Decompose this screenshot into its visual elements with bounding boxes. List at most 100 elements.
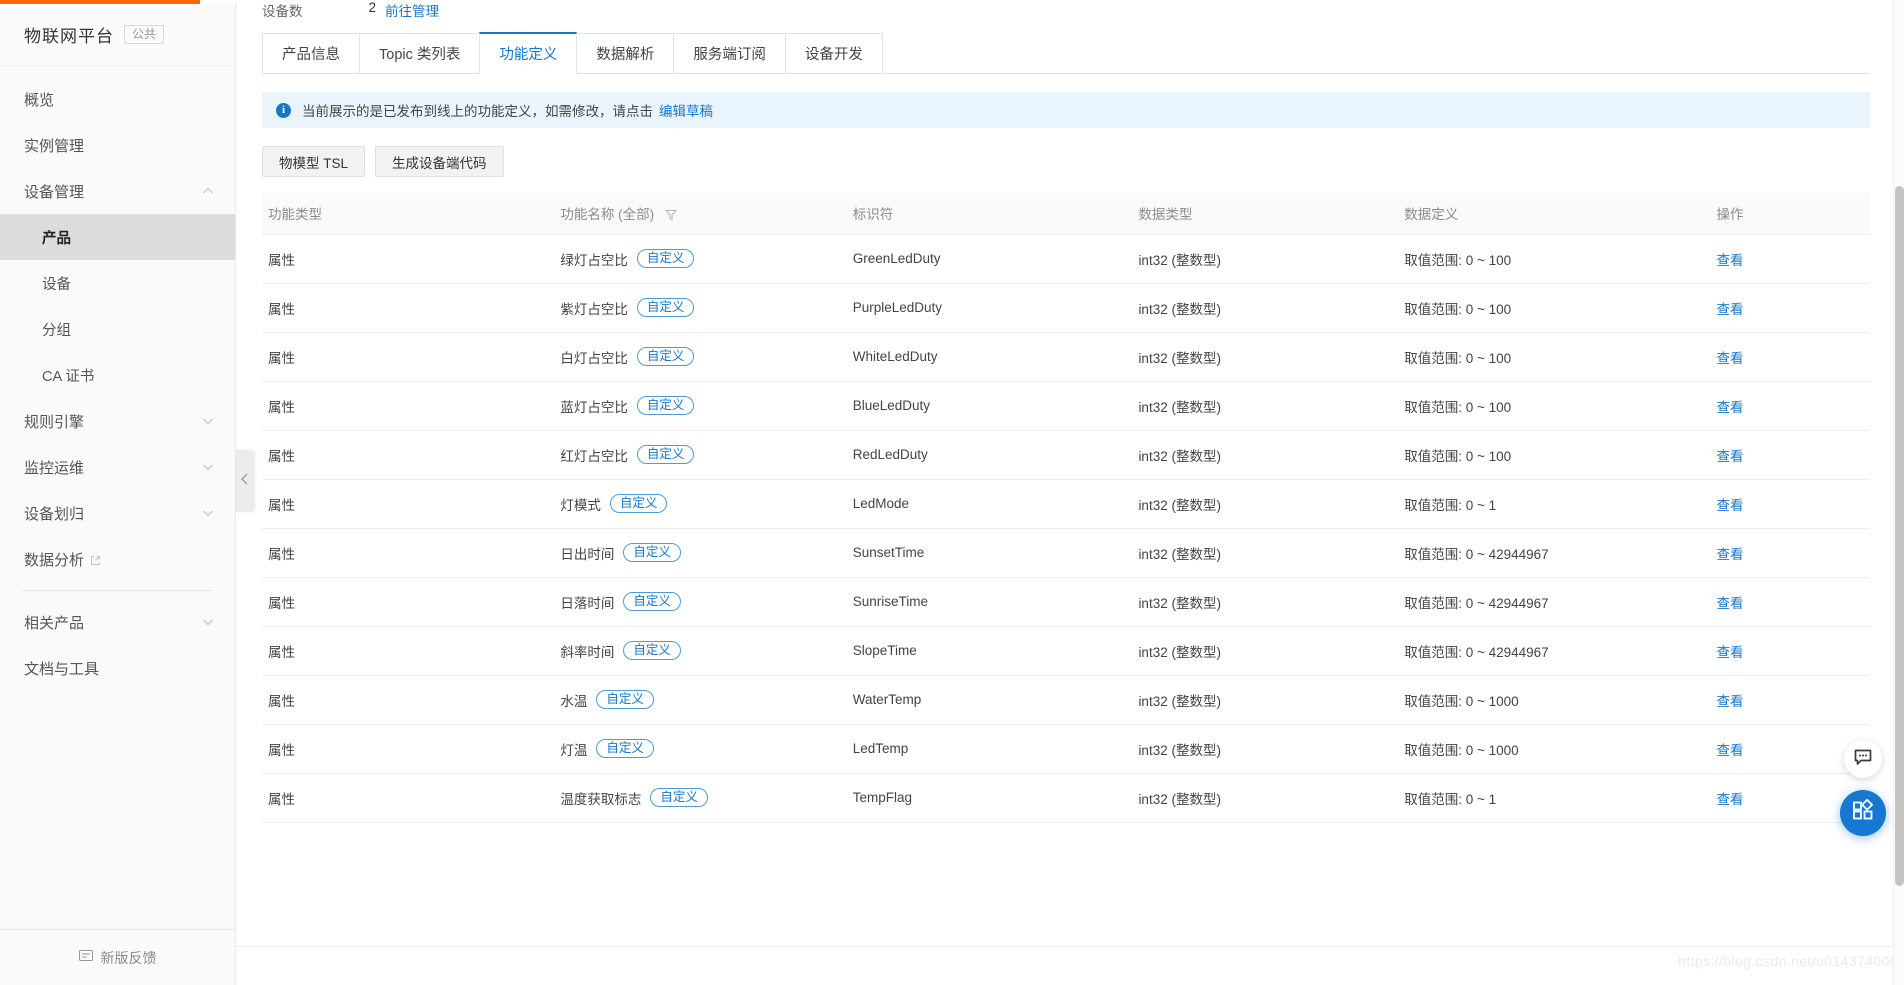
chevron-left-icon (240, 472, 250, 491)
function-name-wrap: 紫灯占空比 自定义 (560, 297, 846, 318)
view-action-link[interactable]: 查看 (1717, 792, 1744, 807)
feedback-icon (78, 949, 93, 966)
cell-function-name: 水温 自定义 (554, 675, 847, 725)
table-row: 属性 斜率时间 自定义 SlopeTime int32 (整数型) 取值范围: 0 ~ 4… (262, 626, 1870, 676)
sidebar-divider (22, 590, 213, 591)
cell-actions: 查看 (1710, 626, 1870, 676)
custom-tag-badge: 自定义 (609, 493, 668, 514)
sidebar-item-4[interactable]: 设备 (0, 260, 235, 306)
chevron-up-icon[interactable] (201, 184, 215, 198)
sidebar-item-2[interactable]: 设备管理 (0, 168, 235, 214)
generate-device-code-button[interactable]: 生成设备端代码 (375, 146, 504, 177)
view-action-link[interactable]: 查看 (1717, 302, 1744, 317)
sidebar-item-label: 设备管理 (24, 183, 85, 201)
view-action-link[interactable]: 查看 (1717, 694, 1744, 709)
tab-0[interactable]: 产品信息 (262, 33, 360, 73)
tab-label: 数据解析 (596, 47, 655, 63)
cell-identifier: BlueLedDuty (846, 381, 1133, 431)
view-action-link[interactable]: 查看 (1717, 645, 1744, 660)
cell-identifier: WhiteLedDuty (846, 332, 1133, 382)
cell-function-type: 属性 (262, 675, 555, 725)
function-name-text: 斜率时间 (560, 644, 615, 660)
view-action-link[interactable]: 查看 (1717, 253, 1744, 268)
sidebar-item-11[interactable]: 相关产品 (0, 599, 235, 645)
cell-data-definition: 取值范围: 0 ~ 100 (1398, 430, 1711, 480)
view-action-link[interactable]: 查看 (1717, 449, 1744, 464)
cell-data-type: int32 (整数型) (1132, 675, 1399, 725)
filter-icon[interactable] (664, 209, 677, 224)
chevron-down-icon[interactable] (201, 615, 215, 629)
sidebar-item-5[interactable]: 分组 (0, 306, 235, 352)
chevron-down-icon[interactable] (201, 460, 215, 474)
cell-data-definition: 取值范围: 0 ~ 100 (1398, 332, 1711, 382)
chat-support-button[interactable] (1844, 740, 1882, 778)
cell-identifier: SunsetTime (846, 528, 1133, 578)
external-link-icon (90, 553, 101, 570)
sidebar: 物联网平台 公共 概览 实例管理 设备管理 产品 设备 分组 CA 证书 规则引擎 监控运维 设备… (0, 4, 236, 985)
function-name-text: 灯温 (560, 742, 588, 758)
sidebar-item-6[interactable]: CA 证书 (0, 352, 235, 398)
cell-function-type: 属性 (262, 234, 555, 284)
tab-bar: 产品信息 Topic 类列表 功能定义 数据解析 服务端订阅 设备开发 (262, 30, 1870, 74)
cell-data-type: int32 (整数型) (1132, 724, 1399, 774)
view-action-link[interactable]: 查看 (1717, 547, 1744, 562)
view-action-link[interactable]: 查看 (1717, 400, 1744, 415)
tab-5[interactable]: 设备开发 (784, 33, 883, 73)
sidebar-item-1[interactable]: 实例管理 (0, 122, 235, 168)
cell-data-type: int32 (整数型) (1132, 528, 1399, 578)
cell-data-definition: 取值范围: 0 ~ 1000 (1398, 724, 1711, 774)
watermark-text: https://blog.csdn.net/u014374009 (1678, 953, 1898, 969)
cell-data-type: int32 (整数型) (1132, 332, 1399, 382)
function-name-wrap: 日落时间 自定义 (560, 591, 846, 612)
tab-4[interactable]: 服务端订阅 (673, 33, 786, 73)
sidebar-item-3[interactable]: 产品 (0, 214, 235, 260)
apps-launcher-button[interactable] (1840, 790, 1886, 836)
page-scrollbar-thumb[interactable] (1895, 186, 1904, 886)
function-name-wrap: 温度获取标志 自定义 (560, 787, 846, 808)
sidebar-item-label: 数据分析 (24, 549, 215, 570)
tab-1[interactable]: Topic 类列表 (359, 33, 481, 73)
sidebar-item-label: 设备 (42, 276, 71, 293)
view-action-link[interactable]: 查看 (1717, 596, 1744, 611)
cell-actions: 查看 (1710, 381, 1870, 431)
sidebar-item-0[interactable]: 概览 (0, 76, 235, 122)
chevron-down-icon[interactable] (201, 506, 215, 520)
table-row: 属性 蓝灯占空比 自定义 BlueLedDuty int32 (整数型) 取值范围: 0 … (262, 381, 1870, 431)
cell-data-definition: 取值范围: 0 ~ 42944967 (1398, 577, 1711, 627)
chevron-down-icon[interactable] (201, 414, 215, 428)
page-scrollbar-track[interactable] (1893, 0, 1904, 985)
custom-tag-badge: 自定义 (623, 591, 681, 612)
device-count-value: 2 (368, 0, 376, 15)
view-action-link[interactable]: 查看 (1717, 351, 1744, 366)
sidebar-collapse-handle[interactable] (236, 450, 254, 512)
cell-function-name: 蓝灯占空比 自定义 (554, 381, 847, 431)
function-name-text: 白灯占空比 (560, 350, 628, 366)
cell-function-name: 绿灯占空比 自定义 (554, 234, 847, 284)
tab-2[interactable]: 功能定义 (479, 32, 578, 74)
view-action-link[interactable]: 查看 (1717, 498, 1744, 513)
cell-function-type: 属性 (262, 479, 555, 529)
function-name-text: 日出时间 (560, 546, 615, 562)
sidebar-item-12[interactable]: 文档与工具 (0, 645, 235, 691)
page-load-progress-bar (0, 0, 200, 4)
edit-draft-link[interactable]: 编辑草稿 (659, 100, 713, 120)
go-to-manage-link[interactable]: 前往管理 (385, 0, 439, 20)
sidebar-item-10[interactable]: 数据分析 (0, 536, 235, 582)
custom-tag-badge: 自定义 (650, 787, 708, 808)
cell-data-type: int32 (整数型) (1132, 479, 1399, 529)
sidebar-item-label: 监控运维 (24, 459, 85, 477)
cell-function-name: 日出时间 自定义 (554, 528, 847, 578)
view-action-link[interactable]: 查看 (1717, 743, 1744, 758)
tab-3[interactable]: 数据解析 (576, 33, 675, 73)
device-count-strip: 设备数 2 前往管理 (236, 0, 1896, 26)
custom-tag-badge: 自定义 (636, 444, 695, 465)
sidebar-item-7[interactable]: 规则引擎 (0, 398, 235, 444)
cell-function-type: 属性 (262, 724, 555, 774)
function-name-wrap: 斜率时间 自定义 (560, 640, 846, 661)
sidebar-item-9[interactable]: 设备划归 (0, 490, 235, 536)
sidebar-item-8[interactable]: 监控运维 (0, 444, 235, 490)
cell-data-type: int32 (整数型) (1132, 381, 1399, 431)
feedback-link[interactable]: 新版反馈 (0, 929, 235, 985)
tsl-model-button[interactable]: 物模型 TSL (262, 146, 366, 177)
sidebar-item-label: 规则引擎 (24, 413, 85, 431)
